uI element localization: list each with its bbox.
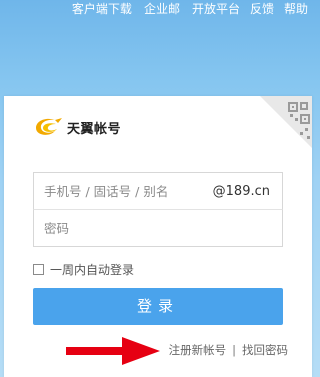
password-field[interactable]: 密码 [33, 209, 283, 247]
nav-client-download[interactable]: 客户端下载 [72, 0, 132, 18]
account-links: 注册新帐号 | 找回密码 [169, 342, 288, 358]
qr-code-icon[interactable] [260, 96, 312, 148]
nav-help[interactable]: 帮助 [284, 0, 308, 18]
red-arrow-icon [66, 337, 160, 365]
link-divider: | [232, 343, 236, 357]
password-placeholder: 密码 [44, 221, 70, 236]
login-card: 天翼帐号 手机号 / 固话号 / 别名 @189.cn 密码 一周内自动登录 登… [4, 96, 312, 377]
register-link[interactable]: 注册新帐号 [169, 342, 227, 358]
nav-enterprise-mail[interactable]: 企业邮 [144, 0, 180, 18]
brand-logo: 天翼帐号 [33, 116, 121, 138]
remember-checkbox[interactable] [33, 263, 44, 275]
forgot-password-link[interactable]: 找回密码 [242, 342, 288, 358]
username-field[interactable]: 手机号 / 固话号 / 别名 @189.cn [33, 172, 283, 210]
login-button[interactable]: 登录 [33, 288, 283, 325]
nav-feedback[interactable]: 反馈 [250, 0, 274, 18]
tianyi-logo-icon [36, 118, 62, 135]
top-nav: 客户端下载 企业邮 开放平台 反馈 帮助 [72, 0, 312, 18]
username-placeholder: 手机号 / 固话号 / 别名 [44, 184, 169, 199]
brand-name: 天翼帐号 [67, 121, 122, 137]
remember-label: 一周内自动登录 [50, 262, 135, 277]
remember-me[interactable]: 一周内自动登录 [33, 261, 134, 277]
email-domain-suffix: @189.cn [212, 184, 270, 199]
nav-open-platform[interactable]: 开放平台 [192, 0, 240, 18]
